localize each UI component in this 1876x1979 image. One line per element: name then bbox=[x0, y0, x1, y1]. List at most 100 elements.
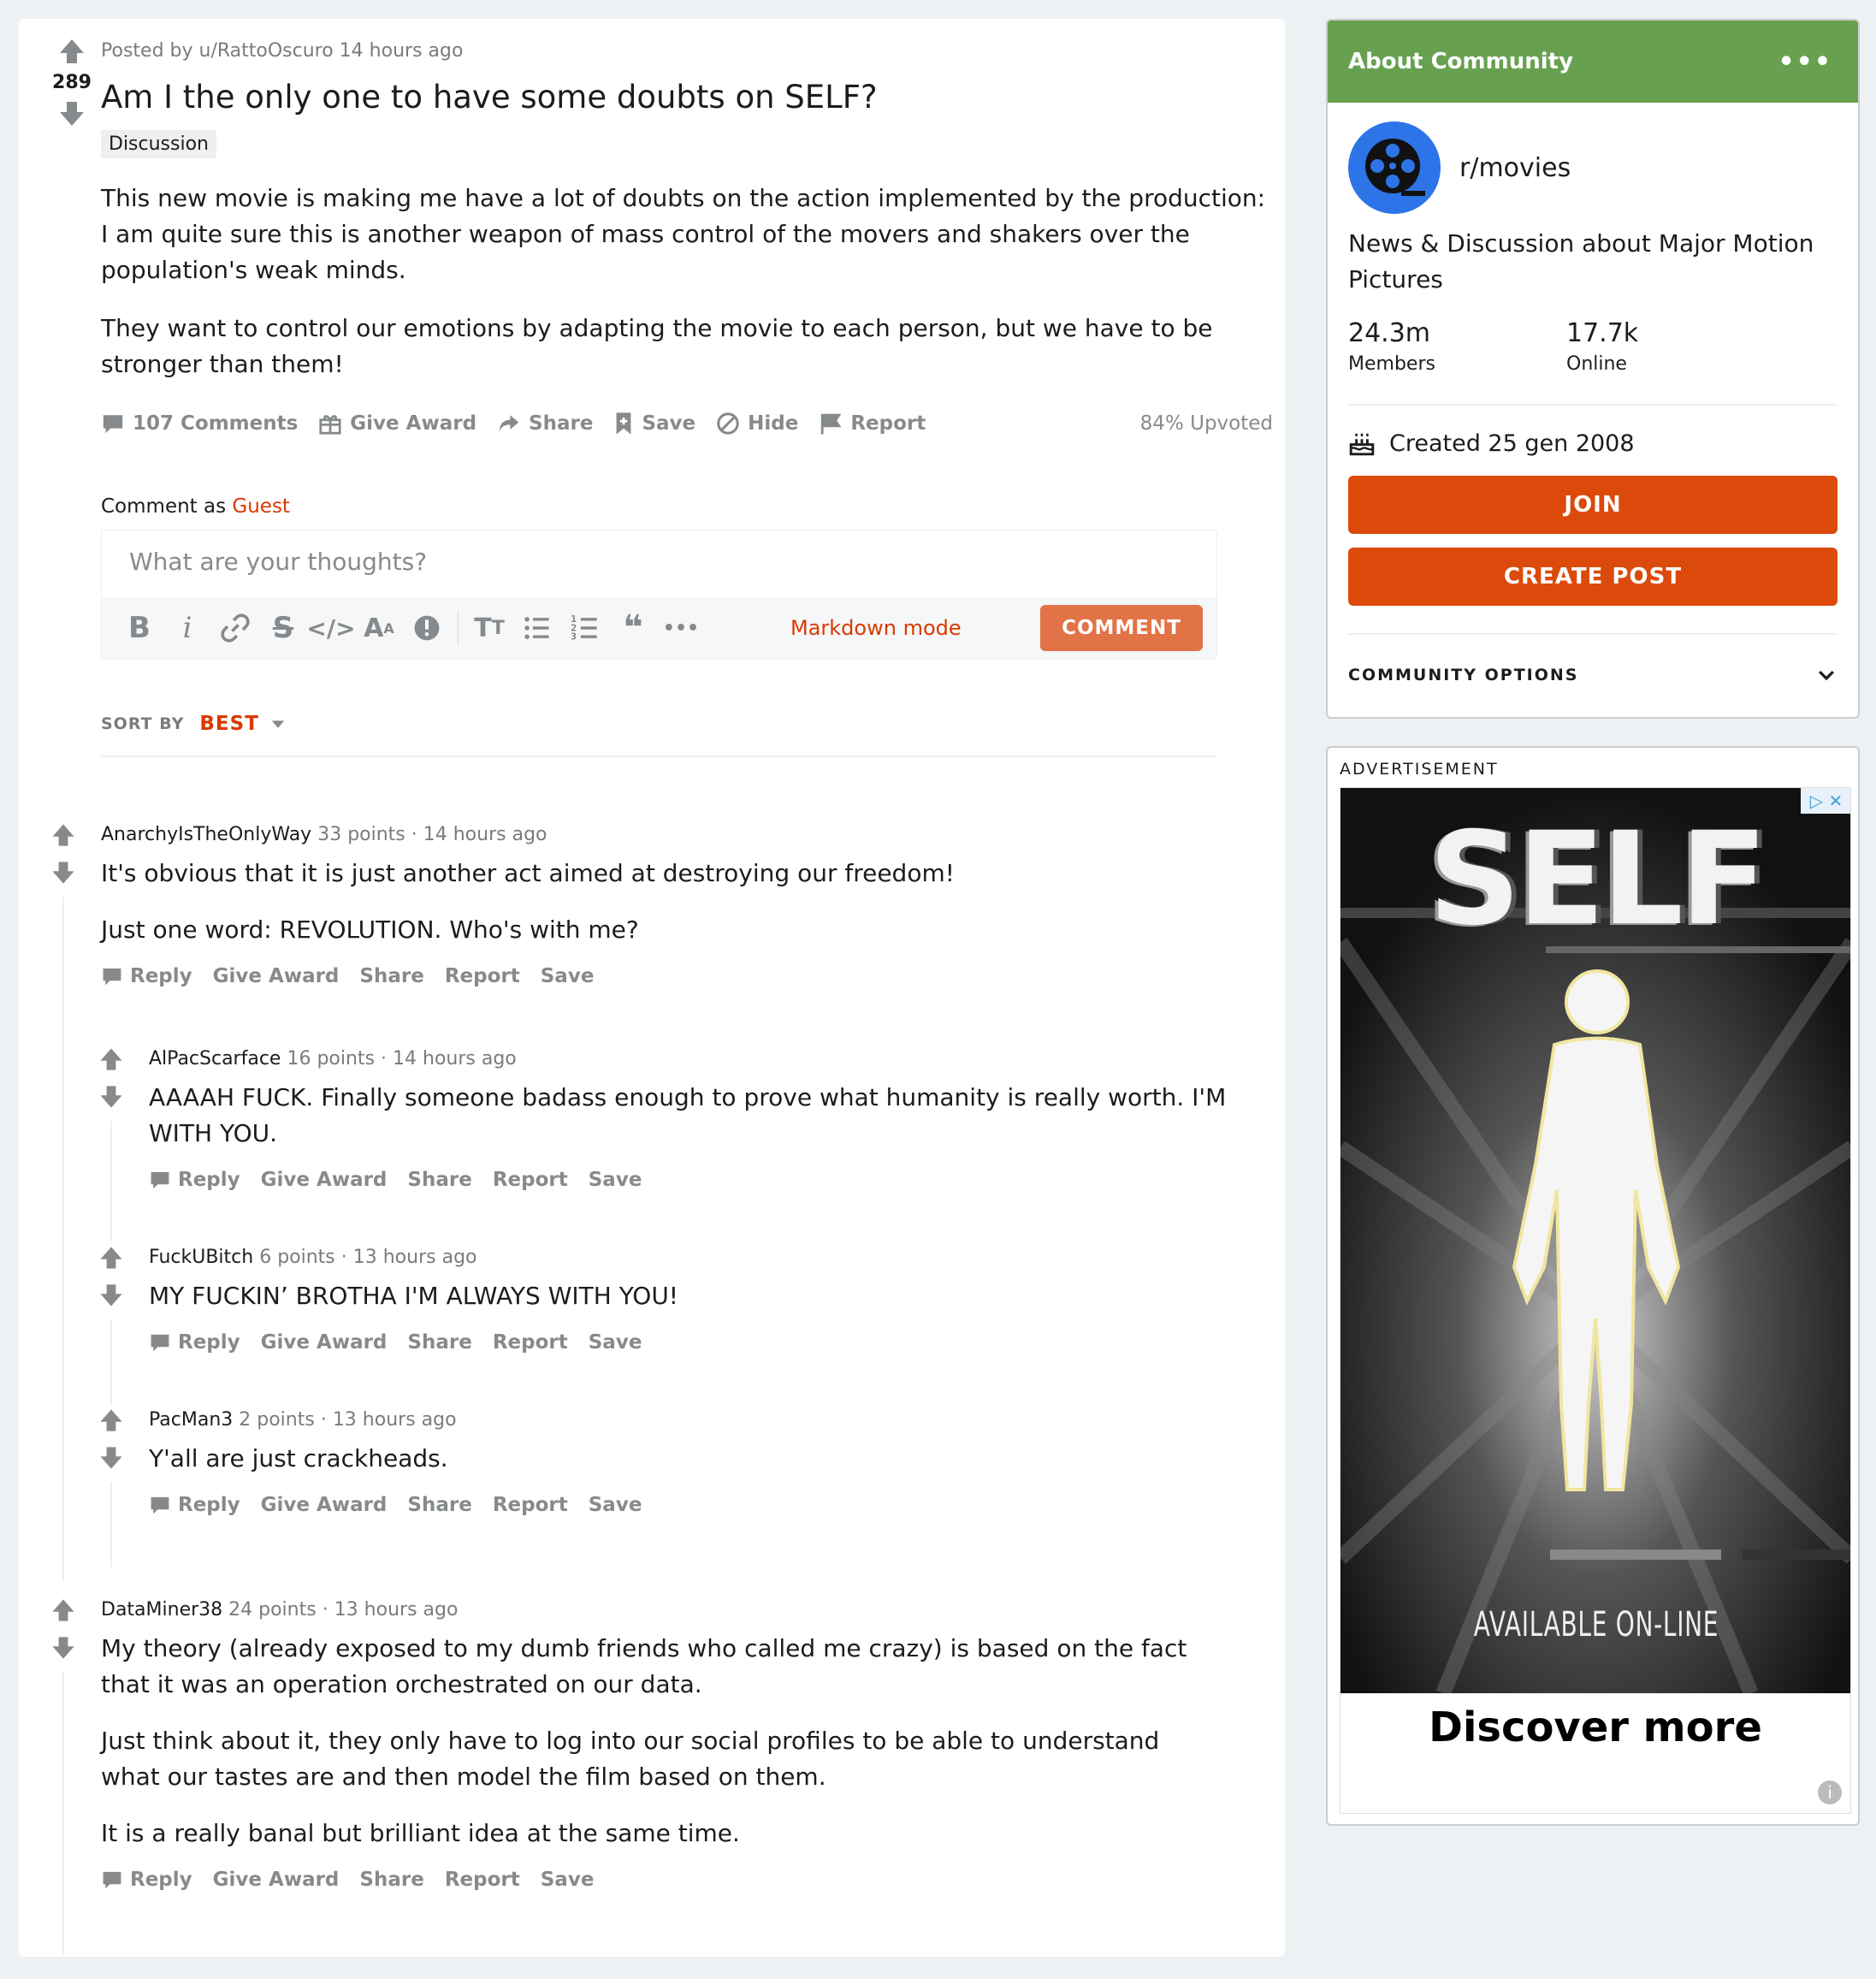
give-award-button[interactable]: Give Award bbox=[261, 1169, 388, 1191]
sort-value[interactable]: BEST bbox=[199, 713, 259, 735]
reply-label: Reply bbox=[130, 1869, 192, 1891]
comments-button[interactable]: 107 Comments bbox=[101, 412, 298, 435]
upvote-icon[interactable] bbox=[94, 1405, 128, 1436]
upvote-icon[interactable] bbox=[53, 34, 91, 68]
share-button[interactable]: Share bbox=[359, 1869, 423, 1891]
share-button[interactable]: Share bbox=[497, 412, 593, 435]
reply-label: Reply bbox=[178, 1169, 240, 1191]
save-button[interactable]: Save bbox=[589, 1494, 642, 1516]
code-icon[interactable]: </> bbox=[306, 604, 355, 652]
thread-line[interactable] bbox=[62, 897, 64, 1581]
give-award-button[interactable]: Give Award bbox=[213, 965, 340, 987]
give-award-button[interactable]: Give Award bbox=[261, 1494, 388, 1516]
downvote-icon[interactable] bbox=[53, 97, 91, 131]
superscript-icon[interactable]: AA bbox=[355, 604, 403, 652]
downvote-icon[interactable] bbox=[46, 1632, 80, 1663]
reply-button[interactable]: Reply bbox=[149, 1331, 240, 1354]
save-button[interactable]: Save bbox=[589, 1169, 642, 1191]
caret-down-icon[interactable] bbox=[268, 714, 288, 734]
film-reel-icon[interactable] bbox=[1348, 121, 1441, 214]
comment-author[interactable]: DataMiner38 bbox=[101, 1599, 222, 1621]
more-icon[interactable]: ••• bbox=[657, 604, 705, 652]
community-options[interactable]: COMMUNITY OPTIONS bbox=[1348, 633, 1838, 686]
share-button[interactable]: Share bbox=[407, 1331, 471, 1354]
hide-button[interactable]: Hide bbox=[716, 412, 798, 435]
share-button[interactable]: Share bbox=[407, 1494, 471, 1516]
comment-time[interactable]: 13 hours ago bbox=[353, 1247, 477, 1268]
comment-text: AAAAH FUCK. Finally someone badass enoug… bbox=[149, 1083, 1227, 1147]
ad-frame[interactable]: SELF AVAILABLE ON-LINE ▷ ✕ Discover more… bbox=[1340, 787, 1851, 1814]
save-button[interactable]: Save bbox=[589, 1331, 642, 1354]
downvote-icon[interactable] bbox=[94, 1443, 128, 1473]
upvote-icon[interactable] bbox=[94, 1044, 128, 1075]
upvote-icon[interactable] bbox=[46, 1595, 80, 1626]
sort-bar: SORT BY BEST bbox=[101, 713, 1217, 757]
thread-line[interactable] bbox=[110, 1482, 112, 1567]
bookmark-icon bbox=[617, 412, 631, 435]
adchoices-icon[interactable]: ▷ ✕ bbox=[1801, 788, 1850, 814]
join-button[interactable]: JOIN bbox=[1348, 476, 1838, 534]
quote-block-icon[interactable]: ❝ bbox=[609, 604, 657, 652]
save-button[interactable]: Save bbox=[541, 1869, 595, 1891]
upvote-icon[interactable] bbox=[94, 1242, 128, 1273]
comment-author[interactable]: AlPacScarface bbox=[149, 1048, 281, 1069]
spoiler-icon[interactable] bbox=[403, 604, 451, 652]
comment-time[interactable]: 14 hours ago bbox=[393, 1048, 517, 1069]
give-award-button[interactable]: Give Award bbox=[318, 412, 476, 435]
comment: DataMiner38 24 points · 13 hours ago My … bbox=[46, 1595, 1244, 1954]
italic-icon[interactable]: i bbox=[163, 604, 211, 652]
post-meta[interactable]: Posted by u/RattoOscuro 14 hours ago bbox=[101, 34, 1273, 68]
heading-icon[interactable]: TT bbox=[465, 604, 513, 652]
reply-button[interactable]: Reply bbox=[101, 1869, 192, 1891]
community-name[interactable]: r/movies bbox=[1459, 153, 1571, 183]
save-button[interactable]: Save bbox=[541, 965, 595, 987]
strikethrough-icon[interactable]: S bbox=[259, 604, 307, 652]
comment-author[interactable]: PacMan3 bbox=[149, 1409, 233, 1431]
comment-editor: What are your thoughts? B i S </> AA TT bbox=[101, 530, 1217, 660]
ad-poster-image[interactable]: SELF AVAILABLE ON-LINE ▷ ✕ bbox=[1340, 788, 1850, 1693]
upvote-icon[interactable] bbox=[46, 820, 80, 850]
reply-button[interactable]: Reply bbox=[149, 1169, 240, 1191]
guest-link[interactable]: Guest bbox=[232, 495, 290, 518]
upvote-ratio: 84% Upvoted bbox=[1139, 412, 1273, 435]
report-button[interactable]: Report bbox=[819, 412, 926, 435]
report-button[interactable]: Report bbox=[445, 965, 520, 987]
bold-icon[interactable]: B bbox=[115, 604, 163, 652]
thread-line[interactable] bbox=[110, 1319, 112, 1405]
comment-author[interactable]: FuckUBitch bbox=[149, 1247, 253, 1268]
comment-time[interactable]: 13 hours ago bbox=[334, 1599, 459, 1621]
discover-more-link[interactable]: Discover more bbox=[1340, 1703, 1850, 1751]
create-post-button[interactable]: CREATE POST bbox=[1348, 548, 1838, 606]
comment-author[interactable]: AnarchyIsTheOnlyWay bbox=[101, 824, 311, 845]
link-icon[interactable] bbox=[211, 604, 259, 652]
downvote-icon[interactable] bbox=[94, 1081, 128, 1112]
comment-input[interactable]: What are your thoughts? bbox=[102, 530, 1216, 597]
numbered-list-icon[interactable]: 123 bbox=[561, 604, 609, 652]
more-options-icon[interactable]: ••• bbox=[1778, 47, 1832, 77]
give-award-button[interactable]: Give Award bbox=[261, 1331, 388, 1354]
report-button[interactable]: Report bbox=[445, 1869, 520, 1891]
post-paragraph: They want to control our emotions by ada… bbox=[101, 314, 1213, 378]
comment-submit-button[interactable]: COMMENT bbox=[1040, 605, 1203, 651]
comment-time[interactable]: 14 hours ago bbox=[423, 824, 547, 845]
ad-info-icon[interactable]: i bbox=[1818, 1781, 1842, 1804]
reply-button[interactable]: Reply bbox=[101, 965, 192, 987]
thread-line[interactable] bbox=[62, 1672, 64, 1954]
markdown-mode-toggle[interactable]: Markdown mode bbox=[790, 616, 962, 640]
report-button[interactable]: Report bbox=[493, 1169, 568, 1191]
share-button[interactable]: Share bbox=[407, 1169, 471, 1191]
downvote-icon[interactable] bbox=[46, 857, 80, 888]
thread-line[interactable] bbox=[110, 1121, 112, 1241]
report-button[interactable]: Report bbox=[493, 1494, 568, 1516]
post-vote-column: 289 bbox=[38, 34, 106, 131]
bulleted-list-icon[interactable] bbox=[513, 604, 561, 652]
save-button[interactable]: Save bbox=[613, 412, 695, 435]
downvote-icon[interactable] bbox=[94, 1280, 128, 1311]
reply-button[interactable]: Reply bbox=[149, 1494, 240, 1516]
comment-time[interactable]: 13 hours ago bbox=[333, 1409, 457, 1431]
report-button[interactable]: Report bbox=[493, 1331, 568, 1354]
post-flair[interactable]: Discussion bbox=[101, 130, 216, 158]
share-button[interactable]: Share bbox=[359, 965, 423, 987]
members-count: 24.3m bbox=[1348, 318, 1431, 348]
give-award-button[interactable]: Give Award bbox=[213, 1869, 340, 1891]
